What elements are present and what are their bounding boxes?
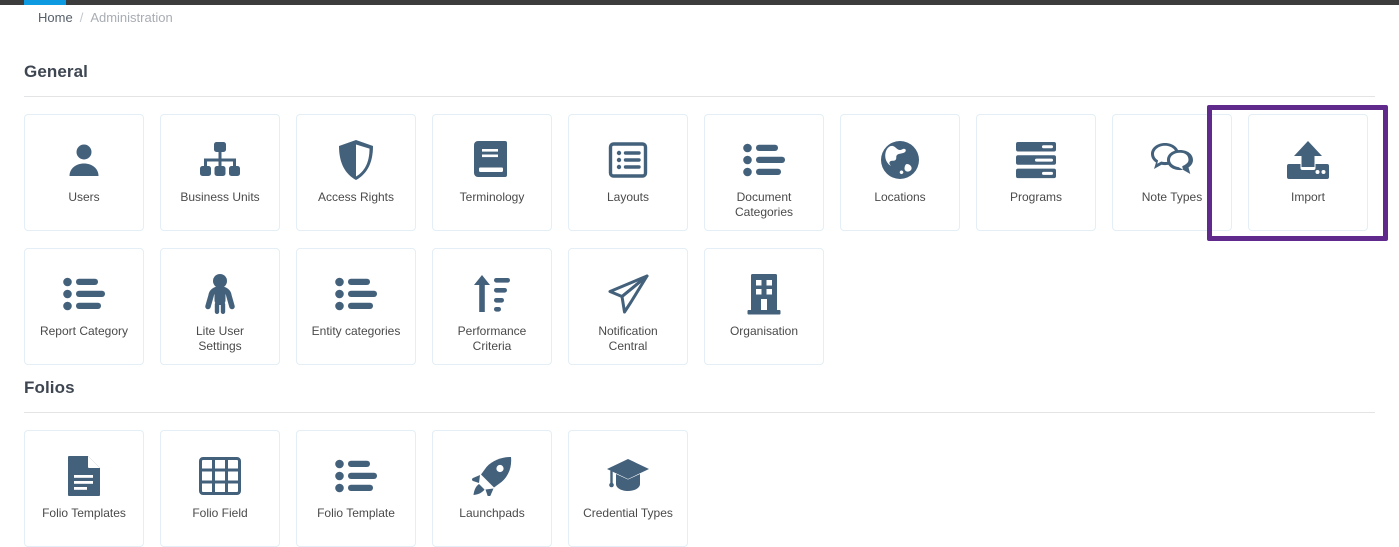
user-icon: [25, 137, 143, 183]
tile-folio-field[interactable]: Folio Field: [160, 430, 280, 547]
tile-lite-user-settings[interactable]: Lite User Settings: [160, 248, 280, 365]
list-ul-icon: [297, 271, 415, 317]
tile-folio-templates[interactable]: Folio Templates: [24, 430, 144, 547]
tile-row-folios: Folio Templates Folio Field Folio Template…: [24, 430, 1375, 547]
section-general: General Users Business Units Access Rights…: [24, 62, 1375, 365]
section-title-general: General: [24, 62, 89, 81]
list-ul-icon: [25, 271, 143, 317]
tile-label: Access Rights: [317, 190, 395, 204]
tile-label: Layouts: [606, 190, 650, 204]
tile-label: Programs: [1009, 190, 1062, 204]
admin-page-content: General Users Business Units Access Rights…: [0, 0, 1399, 547]
tile-access-rights[interactable]: Access Rights: [296, 114, 416, 231]
tile-business-units[interactable]: Business Units: [160, 114, 280, 231]
tile-folio-template[interactable]: Folio Template: [296, 430, 416, 547]
tile-locations[interactable]: Locations: [840, 114, 960, 231]
book-icon: [433, 137, 551, 183]
tile-import[interactable]: Import: [1248, 114, 1368, 231]
tile-organisation[interactable]: Organisation: [704, 248, 824, 365]
list-box-icon: [569, 137, 687, 183]
shield-icon: [297, 137, 415, 183]
upload-icon: [1249, 137, 1367, 183]
tile-label: Organisation: [729, 324, 799, 338]
tile-label: Lite User Settings: [195, 324, 245, 353]
tile-label: Locations: [874, 190, 926, 204]
tile-credential-types[interactable]: Credential Types: [568, 430, 688, 547]
tile-label: Users: [68, 190, 100, 204]
globe-icon: [841, 137, 959, 183]
tile-users[interactable]: Users: [24, 114, 144, 231]
tile-programs[interactable]: Programs: [976, 114, 1096, 231]
building-icon: [705, 271, 823, 317]
list-ul-icon: [705, 137, 823, 183]
tile-label: Credential Types: [583, 506, 673, 520]
tile-note-types[interactable]: Note Types: [1112, 114, 1232, 231]
tile-label: Import: [1290, 190, 1325, 204]
tile-label: Performance Criteria: [457, 324, 527, 353]
tile-report-category[interactable]: Report Category: [24, 248, 144, 365]
tile-entity-categories[interactable]: Entity categories: [296, 248, 416, 365]
rocket-icon: [433, 453, 551, 499]
tile-notification-central[interactable]: Notification Central: [568, 248, 688, 365]
tile-launchpads[interactable]: Launchpads: [432, 430, 552, 547]
sort-amount-up-icon: [433, 271, 551, 317]
tile-row-general-2: Report Category Lite User Settings Entity …: [24, 248, 1375, 365]
comments-icon: [1113, 137, 1231, 183]
tile-document-categories[interactable]: Document Categories: [704, 114, 824, 231]
tile-label: Document Categories: [734, 190, 794, 219]
section-divider-folios: [24, 412, 1375, 413]
section-folios: Folios Folio Templates Folio Field Folio T…: [24, 378, 1375, 547]
paper-plane-icon: [569, 271, 687, 317]
tile-label: Folio Field: [192, 506, 248, 520]
tile-row-general-1: Users Business Units Access Rights Terminol…: [24, 114, 1375, 231]
tile-label: Note Types: [1141, 190, 1203, 204]
file-lines-icon: [25, 453, 143, 499]
tile-layouts[interactable]: Layouts: [568, 114, 688, 231]
server-icon: [977, 137, 1095, 183]
tile-label: Report Category: [39, 324, 129, 338]
tile-label: Terminology: [459, 190, 525, 204]
tile-label: Launchpads: [459, 506, 525, 520]
table-icon: [161, 453, 279, 499]
section-divider-general: [24, 96, 1375, 97]
tile-performance-criteria[interactable]: Performance Criteria: [432, 248, 552, 365]
tile-label: Notification Central: [598, 324, 658, 353]
tile-label: Entity categories: [311, 324, 401, 338]
sitemap-icon: [161, 137, 279, 183]
child-icon: [161, 271, 279, 317]
tile-label: Folio Template: [317, 506, 395, 520]
list-ul-icon: [297, 453, 415, 499]
graduation-cap-icon: [569, 453, 687, 499]
tile-label: Business Units: [180, 190, 260, 204]
section-title-folios: Folios: [24, 378, 75, 397]
tile-label: Folio Templates: [42, 506, 126, 520]
tile-terminology[interactable]: Terminology: [432, 114, 552, 231]
